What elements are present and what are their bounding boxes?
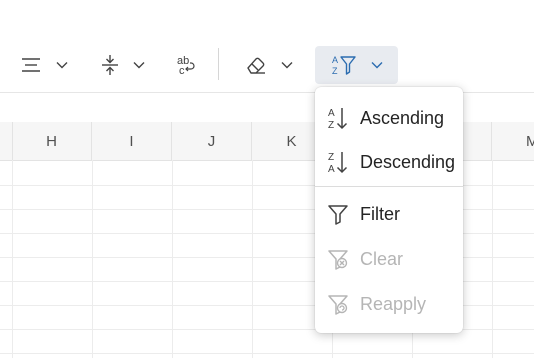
vertical-align-icon [101,54,119,76]
row-header-corner [0,122,13,160]
column-gridline [92,160,93,358]
toolbar-separator [218,48,219,80]
svg-text:A: A [332,55,338,65]
sort-filter-menu: A Z Ascending Z A Descending Filter Clea… [315,87,463,333]
wrap-text-button[interactable]: ab c [170,46,202,84]
column-gridline [492,160,493,358]
sort-filter-button[interactable]: A Z [315,46,398,84]
menu-item-label: Ascending [360,107,445,128]
svg-text:Z: Z [328,152,334,163]
menu-item-label: Filter [360,203,400,224]
svg-text:A: A [328,164,335,174]
sort-ascending-icon: A Z [315,106,361,130]
menu-item-filter[interactable]: Filter [315,192,463,236]
wrap-text-icon: ab c [175,54,197,76]
row-gridline [0,353,534,354]
column-gridline [252,160,253,358]
chevron-down-icon [281,61,293,69]
chevron-down-icon [133,61,145,69]
column-header[interactable]: I [92,122,172,160]
column-gridline [172,160,173,358]
svg-text:c: c [179,65,185,76]
ribbon-toolbar: ab c A Z [0,0,534,93]
svg-text:A: A [328,108,335,119]
column-gridline [12,160,13,358]
column-header[interactable]: H [12,122,92,160]
menu-item-clear[interactable]: Clear [315,237,463,281]
svg-text:Z: Z [328,120,334,130]
spreadsheet-app: ab c A Z H I J K M A Z Ascending Z A Des… [0,0,534,358]
menu-item-reapply[interactable]: Reapply [315,282,463,326]
menu-item-label: Descending [360,151,456,172]
menu-item-label: Reapply [360,293,427,314]
menu-item-descending[interactable]: Z A Descending [315,140,463,184]
column-header[interactable]: M [492,122,534,160]
column-header[interactable]: J [172,122,252,160]
eraser-icon [245,55,267,75]
menu-item-ascending[interactable]: A Z Ascending [315,96,463,140]
align-icon [20,56,42,74]
menu-divider [315,186,463,187]
clear-button[interactable] [238,46,300,84]
svg-text:Z: Z [332,66,338,76]
menu-item-label: Clear [360,248,404,269]
vertical-align-button[interactable] [94,46,152,84]
chevron-down-icon [371,61,383,69]
chevron-down-icon [56,61,68,69]
clear-filter-icon [315,248,361,270]
align-button[interactable] [12,46,76,84]
sort-filter-icon: A Z [331,54,357,76]
reapply-filter-icon [315,293,361,315]
sort-descending-icon: Z A [315,150,361,174]
filter-icon [315,203,361,225]
